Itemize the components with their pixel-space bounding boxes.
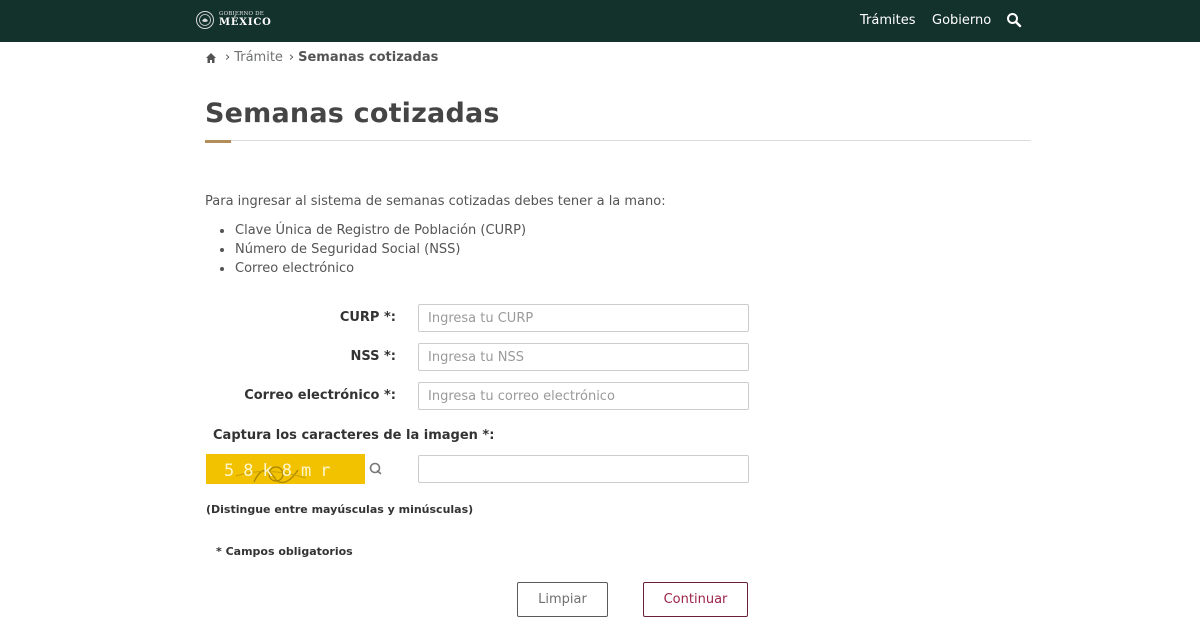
required-fields-note: * Campos obligatorios	[216, 545, 353, 558]
top-navbar: GOBIERNO DE MÉXICO Trámites Gobierno	[0, 0, 1200, 42]
breadcrumb-separator: ›	[225, 50, 231, 65]
requirement-email: Correo electrónico	[220, 259, 526, 278]
captcha-label: Captura los caracteres de la imagen *:	[213, 428, 495, 443]
clear-button[interactable]: Limpiar	[517, 582, 608, 617]
nss-input[interactable]	[418, 343, 749, 371]
breadcrumb-tramite[interactable]: Trámite	[234, 50, 283, 65]
curp-input[interactable]	[418, 304, 749, 332]
logo-line2: MÉXICO	[219, 17, 272, 29]
captcha-input[interactable]	[418, 455, 749, 483]
continue-button[interactable]: Continuar	[643, 582, 748, 617]
curp-label: CURP *:	[339, 310, 396, 325]
nss-label: NSS *:	[350, 349, 396, 364]
breadcrumb: › Trámite › Semanas cotizadas	[205, 50, 438, 65]
requirement-nss: Número de Seguridad Social (NSS)	[220, 240, 526, 259]
email-input[interactable]	[418, 382, 749, 410]
email-label: Correo electrónico *:	[244, 388, 396, 403]
nav-tramites[interactable]: Trámites	[860, 13, 916, 28]
captcha-image: 58k8mr	[206, 454, 365, 484]
gobierno-mexico-logo[interactable]: GOBIERNO DE MÉXICO	[195, 9, 273, 31]
home-icon[interactable]	[205, 52, 217, 64]
emblem-icon	[196, 11, 214, 29]
intro-text: Para ingresar al sistema de semanas coti…	[205, 194, 666, 209]
search-icon[interactable]	[1006, 12, 1022, 28]
requirement-curp: Clave Única de Registro de Población (CU…	[220, 221, 526, 240]
refresh-icon[interactable]	[368, 461, 382, 475]
nav-gobierno[interactable]: Gobierno	[932, 13, 991, 28]
captcha-text: 58k8mr	[224, 461, 339, 481]
requirements-list: Clave Única de Registro de Población (CU…	[220, 221, 526, 278]
breadcrumb-separator: ›	[288, 50, 295, 65]
title-accent-bar	[205, 140, 231, 143]
breadcrumb-current: Semanas cotizadas	[298, 50, 439, 65]
title-divider	[205, 140, 1031, 141]
case-sensitive-note: (Distingue entre mayúsculas y minúsculas…	[206, 503, 474, 516]
page-title: Semanas cotizadas	[205, 98, 500, 129]
